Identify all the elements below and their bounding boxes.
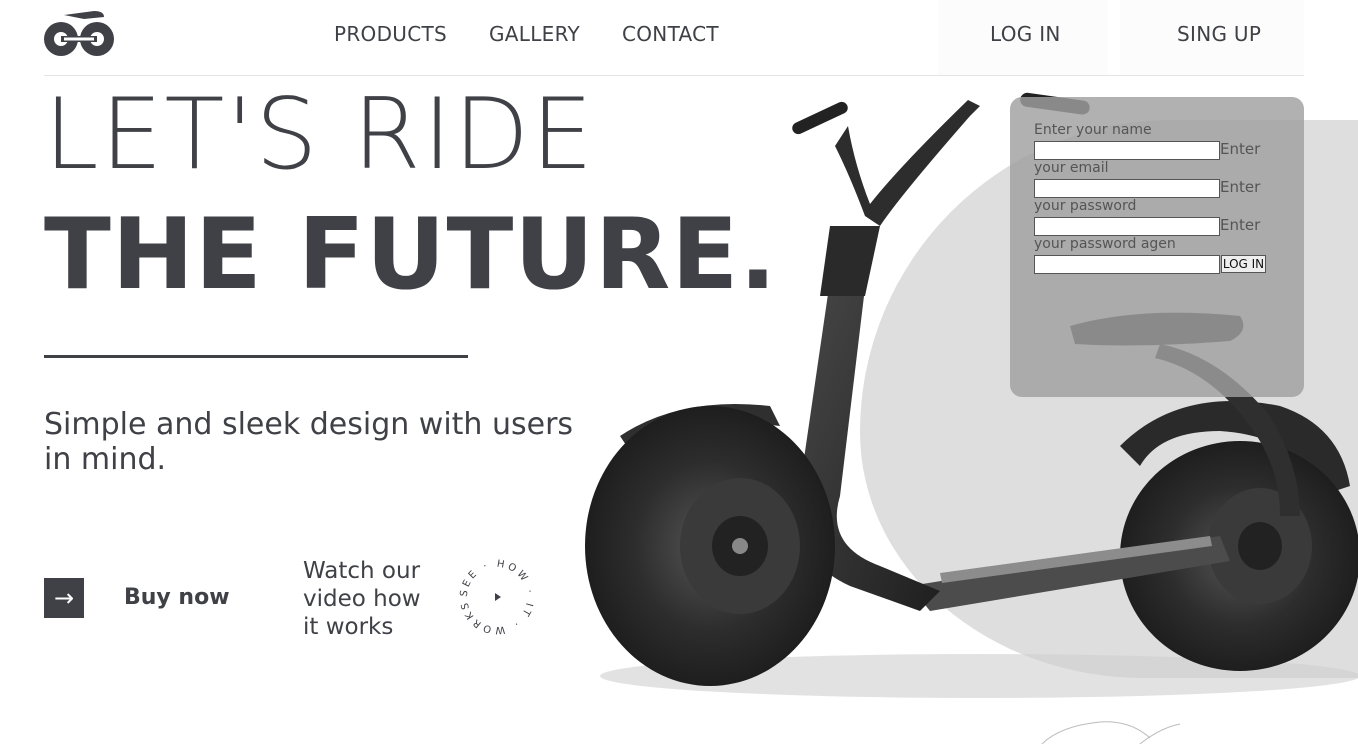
- hero-tagline: Simple and sleek design with users in mi…: [44, 407, 574, 477]
- password-label: your password: [1034, 198, 1137, 214]
- watch-video-text: Watch our video how it works: [303, 558, 421, 640]
- hero-title-bold: THE FUTURE.: [44, 198, 778, 312]
- password-again-label: your password agen: [1034, 236, 1176, 252]
- password-enter-hint: Enter: [1220, 216, 1261, 234]
- login-link[interactable]: LOG IN: [990, 22, 1061, 46]
- header-divider: [44, 75, 1304, 76]
- logo-handlebar: [64, 11, 104, 19]
- play-video-badge[interactable]: SEE · HOW · IT · WORKS ·: [456, 556, 538, 638]
- main-nav: PRODUCTS GALLERY CONTACT LOG IN SING UP: [0, 22, 1358, 52]
- password-again-input[interactable]: [1034, 255, 1220, 274]
- email-input[interactable]: [1034, 179, 1220, 198]
- name-label: Enter your name: [1034, 122, 1152, 138]
- play-icon: [495, 593, 501, 601]
- password-input[interactable]: [1034, 217, 1220, 236]
- nav-products[interactable]: PRODUCTS: [334, 22, 447, 46]
- name-enter-hint: Enter: [1220, 140, 1261, 158]
- buy-now-link[interactable]: Buy now: [124, 585, 230, 610]
- name-input[interactable]: [1034, 141, 1220, 160]
- login-submit-button[interactable]: LOG IN: [1221, 255, 1266, 273]
- signup-link[interactable]: SING UP: [1177, 22, 1261, 46]
- buy-now-arrow-button[interactable]: →: [44, 578, 84, 618]
- hero-title-light: LET'S RIDE: [44, 78, 596, 192]
- hero-divider: [44, 355, 468, 358]
- decorative-sketch: [1041, 721, 1181, 744]
- nav-contact[interactable]: CONTACT: [622, 22, 719, 46]
- email-label: your email: [1034, 160, 1109, 176]
- arrow-right-icon: →: [53, 584, 75, 612]
- nav-gallery[interactable]: GALLERY: [489, 22, 580, 46]
- email-enter-hint: Enter: [1220, 178, 1261, 196]
- login-form-panel: Enter your name Enter your email Enter y…: [1010, 97, 1304, 397]
